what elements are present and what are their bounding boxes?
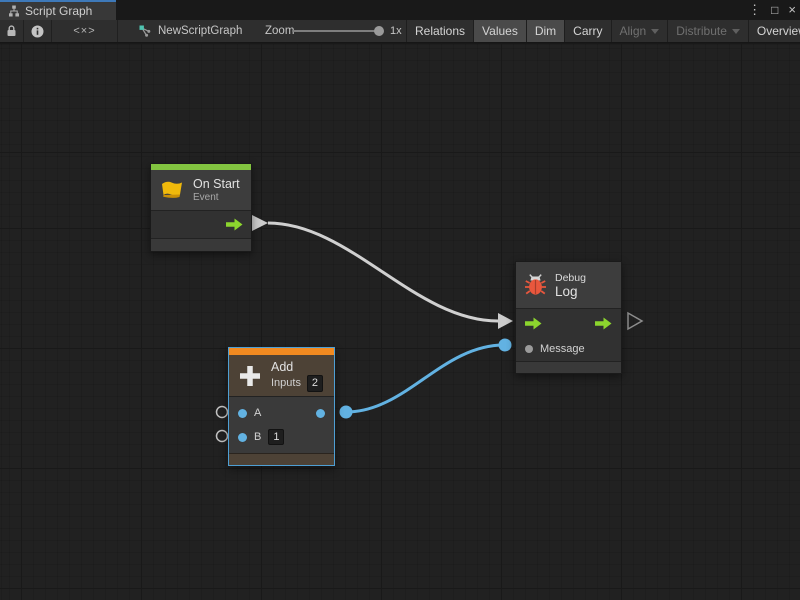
dim-button[interactable]: Dim [526, 20, 564, 42]
graph-toolbar: <×> NewScriptGraph Zoom 1x Relations Val… [0, 20, 800, 43]
data-out-marker-add[interactable] [340, 406, 353, 419]
input-port-b[interactable] [238, 433, 247, 442]
wire-onstart-to-log[interactable] [268, 223, 498, 321]
node-title: On Start [193, 177, 240, 192]
trigger-in-marker-log[interactable] [498, 313, 513, 329]
info-button[interactable] [24, 20, 52, 42]
overview-button[interactable]: Overview [748, 20, 800, 42]
lock-button[interactable] [0, 20, 24, 42]
message-input-port[interactable] [525, 345, 533, 353]
menu-icon[interactable]: ⋮ [748, 0, 761, 20]
values-button[interactable]: Values [473, 20, 526, 42]
port-label: Message [540, 343, 585, 355]
port-label-b: B [254, 431, 261, 443]
port-b-value-field[interactable]: 1 [268, 429, 284, 445]
graph-hierarchy-icon [8, 5, 20, 17]
node-footer [229, 453, 334, 465]
node-subtitle: Event [193, 192, 240, 204]
lock-icon [6, 25, 17, 37]
trigger-output-port[interactable] [595, 317, 612, 330]
zoom-slider[interactable] [292, 20, 384, 42]
toolbar-toggle-group: Relations Values Dim Carry Align Distrib… [406, 20, 800, 42]
tab-bar: Script Graph ⋮ □ × [0, 0, 800, 20]
node-title: Add [271, 360, 323, 375]
zoom-slider-track[interactable] [292, 30, 378, 32]
trigger-output-port[interactable] [226, 218, 243, 231]
code-icon: <×> [73, 25, 95, 37]
output-port-sum[interactable] [316, 409, 325, 418]
carry-button[interactable]: Carry [564, 20, 610, 42]
trigger-out-marker-onstart[interactable] [252, 215, 268, 231]
graph-name-label: NewScriptGraph [158, 25, 242, 37]
data-in-marker-message[interactable] [499, 339, 512, 352]
window-controls: ⋮ □ × [748, 0, 796, 20]
node-footer [151, 238, 251, 251]
script-graph-asset-icon [138, 24, 152, 38]
preview-code-button[interactable]: <×> [52, 20, 118, 42]
connections-overlay [0, 44, 800, 600]
node-add[interactable]: Add Inputs 2 A B 1 [228, 347, 335, 466]
distribute-dropdown[interactable]: Distribute [667, 20, 748, 42]
trigger-input-port[interactable] [525, 317, 542, 330]
trigger-out-marker-log-empty[interactable] [628, 313, 642, 329]
relations-button[interactable]: Relations [406, 20, 473, 42]
zoom-slider-handle[interactable] [374, 26, 384, 36]
inputs-label: Inputs [271, 377, 301, 389]
data-in-marker-b-empty[interactable] [217, 431, 228, 442]
zoom-label: Zoom [265, 20, 294, 42]
node-category: Debug [555, 272, 586, 284]
tab-script-graph[interactable]: Script Graph [0, 0, 116, 20]
node-on-start[interactable]: On Start Event [150, 163, 252, 252]
graph-breadcrumb[interactable]: NewScriptGraph [138, 20, 242, 42]
port-label-a: A [254, 407, 261, 419]
wire-add-to-message[interactable] [346, 345, 504, 412]
maximize-icon[interactable]: □ [771, 0, 778, 20]
chevron-down-icon [732, 29, 740, 34]
tab-title: Script Graph [25, 4, 92, 18]
data-in-marker-a-empty[interactable] [217, 407, 228, 418]
script-graph-window: Script Graph ⋮ □ × <×> [0, 0, 800, 600]
chevron-down-icon [651, 29, 659, 34]
zoom-value: 1x [390, 20, 402, 42]
graph-canvas[interactable]: On Start Event [0, 44, 800, 600]
math-stripe [229, 348, 334, 355]
flag-icon [159, 178, 185, 202]
plus-icon [237, 363, 263, 389]
inputs-count-badge: 2 [307, 375, 323, 392]
bug-icon [524, 273, 547, 297]
input-port-a[interactable] [238, 409, 247, 418]
node-title: Log [555, 284, 586, 299]
node-footer [516, 361, 621, 373]
align-dropdown[interactable]: Align [611, 20, 668, 42]
info-icon [31, 25, 44, 38]
node-debug-log[interactable]: Debug Log Message [515, 261, 622, 374]
close-icon[interactable]: × [788, 0, 796, 20]
